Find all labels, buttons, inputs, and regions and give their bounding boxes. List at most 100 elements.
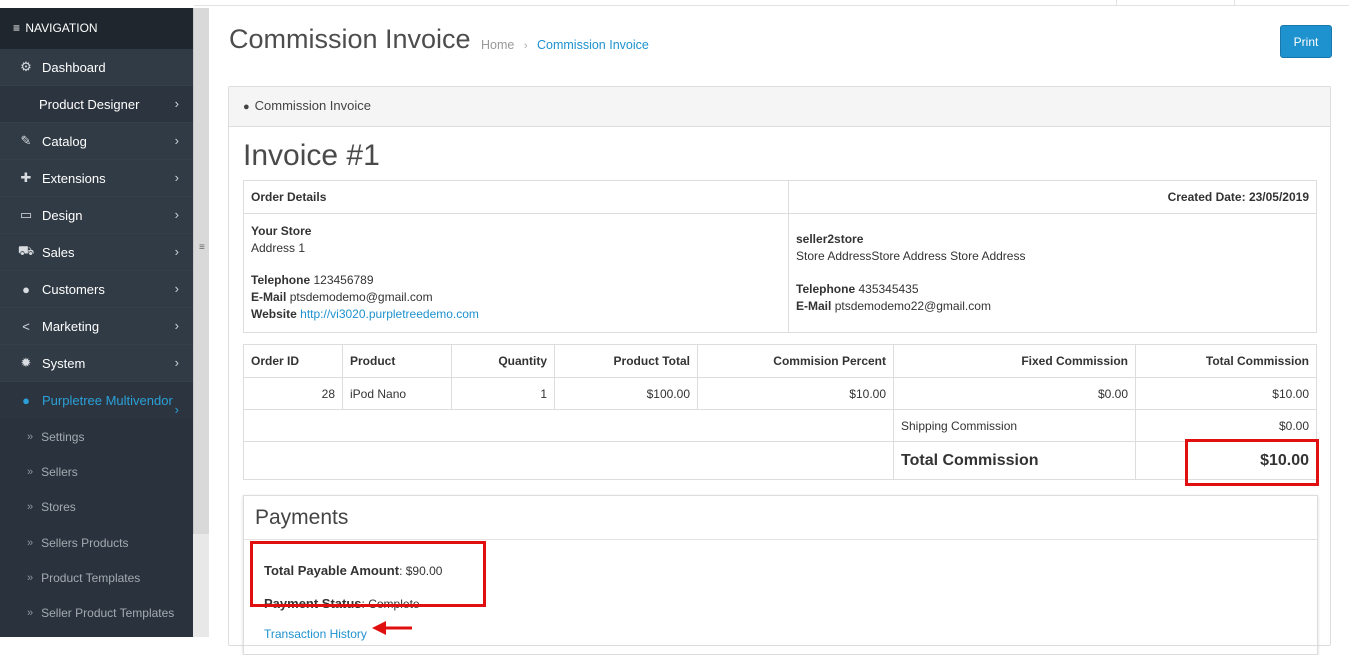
seller-telephone: 435345435 <box>858 282 919 296</box>
sidebar-item-label: Customers <box>42 281 105 297</box>
chevron-right-icon: › <box>174 244 179 259</box>
shipping-row: Shipping Commission $0.00 <box>243 409 1317 442</box>
breadcrumb: Home › Commission Invoice <box>481 38 649 52</box>
table-cell: $10.00 <box>1135 377 1317 410</box>
sidebar-item-system[interactable]: ✹ System › <box>0 345 193 382</box>
breadcrumb-separator: › <box>523 40 528 52</box>
chevron-right-icon: › <box>174 207 179 222</box>
shipping-value: $0.00 <box>1135 409 1317 442</box>
sidebar-item-label: System <box>42 355 86 371</box>
chevron-right-icon: › <box>174 402 179 417</box>
sidebar-subitem-label: Product Templates <box>41 570 141 585</box>
sidebar-item-marketing[interactable]: < Marketing › <box>0 308 193 345</box>
tag-icon: ✎ <box>20 133 32 148</box>
table-cell: 1 <box>451 377 555 410</box>
sidebar-item-label: Purpletree Multivendor <box>42 393 173 408</box>
invoice-panel: ● Commission Invoice Invoice #1 Order Det… <box>228 86 1331 655</box>
sidebar-item-product-designer[interactable]: Product Designer › <box>0 86 193 123</box>
sidebar-item-catalog[interactable]: ✎ Catalog › <box>0 123 193 160</box>
sidebar-subitem-label: Sellers <box>41 464 78 479</box>
arrow-left-icon <box>372 621 412 635</box>
column-header: Commision Percent <box>697 344 894 378</box>
sidebar-item-dashboard[interactable]: ⚙ Dashboard <box>0 49 193 86</box>
empty-cell <box>243 409 894 442</box>
chevron-right-icon: › <box>174 133 179 148</box>
cart-icon: ⛟ <box>17 243 35 258</box>
navigation-header[interactable]: ≡ NAVIGATION <box>0 8 193 49</box>
user-icon: ● <box>22 281 30 297</box>
table-cell: $10.00 <box>697 377 894 410</box>
sidebar-subitem-settings[interactable]: » Settings <box>0 419 193 455</box>
sidebar-subitem-stores[interactable]: » Stores <box>0 489 193 525</box>
grip-icon: ≡ <box>199 242 205 253</box>
website-label: Website <box>251 307 297 321</box>
sidebar-subitem-label: Settings <box>41 429 85 444</box>
breadcrumb-home[interactable]: Home <box>481 38 514 52</box>
double-chevron-icon: » <box>27 430 34 443</box>
email-label: E-Mail <box>251 290 287 304</box>
store-name: Your Store <box>251 224 312 238</box>
email-label: E-Mail <box>796 299 832 313</box>
double-chevron-icon: » <box>27 536 34 549</box>
sidebar-item-label: Marketing <box>42 318 100 334</box>
shipping-label: Shipping Commission <box>893 409 1136 442</box>
sidebar-subitem-sellers[interactable]: » Sellers <box>0 454 193 490</box>
double-chevron-icon: » <box>27 571 34 584</box>
monitor-icon: ▭ <box>19 207 33 222</box>
payments-heading: Payments <box>244 496 1317 540</box>
store-address: Address 1 <box>251 241 306 255</box>
sidebar-item-design[interactable]: ▭ Design › <box>0 197 193 234</box>
highlight-box <box>250 541 486 607</box>
sidebar-item-label: Extensions <box>42 170 106 186</box>
dashboard-icon: ⚙ <box>20 59 32 74</box>
telephone-label: Telephone <box>796 282 856 296</box>
chevron-right-icon: › <box>174 281 179 296</box>
invoice-title: Invoice #1 <box>243 139 380 172</box>
puzzle-icon: ✚ <box>20 170 32 185</box>
sidebar-subitem-seller-product-templates[interactable]: » Seller Product Templates <box>0 595 193 631</box>
chevron-right-icon: › <box>174 170 179 185</box>
store-telephone: 123456789 <box>313 273 374 287</box>
seller-email: ptsdemodemo22@gmail.com <box>834 299 991 313</box>
sidebar-subitem-sellers-products[interactable]: » Sellers Products <box>0 524 193 561</box>
sidebar-item-sales[interactable]: ⛟ Sales › <box>0 234 193 271</box>
table-cell: 28 <box>243 377 343 410</box>
menu-icon: ≡ <box>13 21 21 35</box>
user-icon: ● <box>22 393 30 408</box>
sidebar-item-label: Product Designer <box>39 96 140 112</box>
sidebar-item-extensions[interactable]: ✚ Extensions › <box>0 160 193 197</box>
chevron-right-icon: › <box>174 96 179 111</box>
sidebar-subitem-product-templates[interactable]: » Product Templates <box>0 560 193 596</box>
sidebar-item-customers[interactable]: ● Customers › <box>0 271 193 308</box>
sidebar-item-purpletree-multivendor[interactable]: ● Purpletree Multivendor › <box>0 382 193 419</box>
sidebar-subitem-label: Seller Product Templates <box>41 606 175 621</box>
sidebar: ≡ NAVIGATION ⚙ Dashboard Product Designer ›… <box>0 8 193 637</box>
sidebar-item-label: Design <box>42 207 83 223</box>
navigation-label: NAVIGATION <box>25 21 98 35</box>
sidebar-resize-handle[interactable]: ≡ <box>193 8 209 534</box>
table-cell: $100.00 <box>554 377 698 410</box>
top-divider <box>1116 0 1117 6</box>
column-header: Fixed Commission <box>893 344 1136 378</box>
print-button[interactable]: Print <box>1280 25 1332 58</box>
commission-table: Order ID Product Quantity Product Total … <box>243 344 1317 480</box>
top-divider <box>1234 0 1235 6</box>
order-details-header: Order Details <box>243 180 789 214</box>
transaction-history-link[interactable]: Transaction History <box>264 627 367 641</box>
seller-details: seller2store Store AddressStore Address … <box>788 213 1317 333</box>
page-title: Commission Invoice <box>229 24 471 54</box>
total-row: Total Commission $10.00 <box>243 441 1317 480</box>
sidebar-subitem-label: Stores <box>41 500 76 515</box>
table-row: 28 iPod Nano 1 $100.00 $10.00 $0.00 $10.… <box>243 377 1317 410</box>
sidebar-item-label: Sales <box>42 244 75 260</box>
sidebar-subitem-label: Sellers Products <box>41 535 129 550</box>
column-header: Order ID <box>243 344 343 378</box>
column-header: Product <box>342 344 452 378</box>
created-date-value: 23/05/2019 <box>1248 190 1309 204</box>
breadcrumb-current[interactable]: Commission Invoice <box>537 38 649 52</box>
seller-name: seller2store <box>796 232 864 246</box>
empty-cell <box>243 441 894 480</box>
double-chevron-icon: » <box>27 607 34 620</box>
store-website-link[interactable]: http://vi3020.purpletreedemo.com <box>300 307 479 321</box>
store-details: Your Store Address 1 Telephone 123456789… <box>243 213 789 333</box>
